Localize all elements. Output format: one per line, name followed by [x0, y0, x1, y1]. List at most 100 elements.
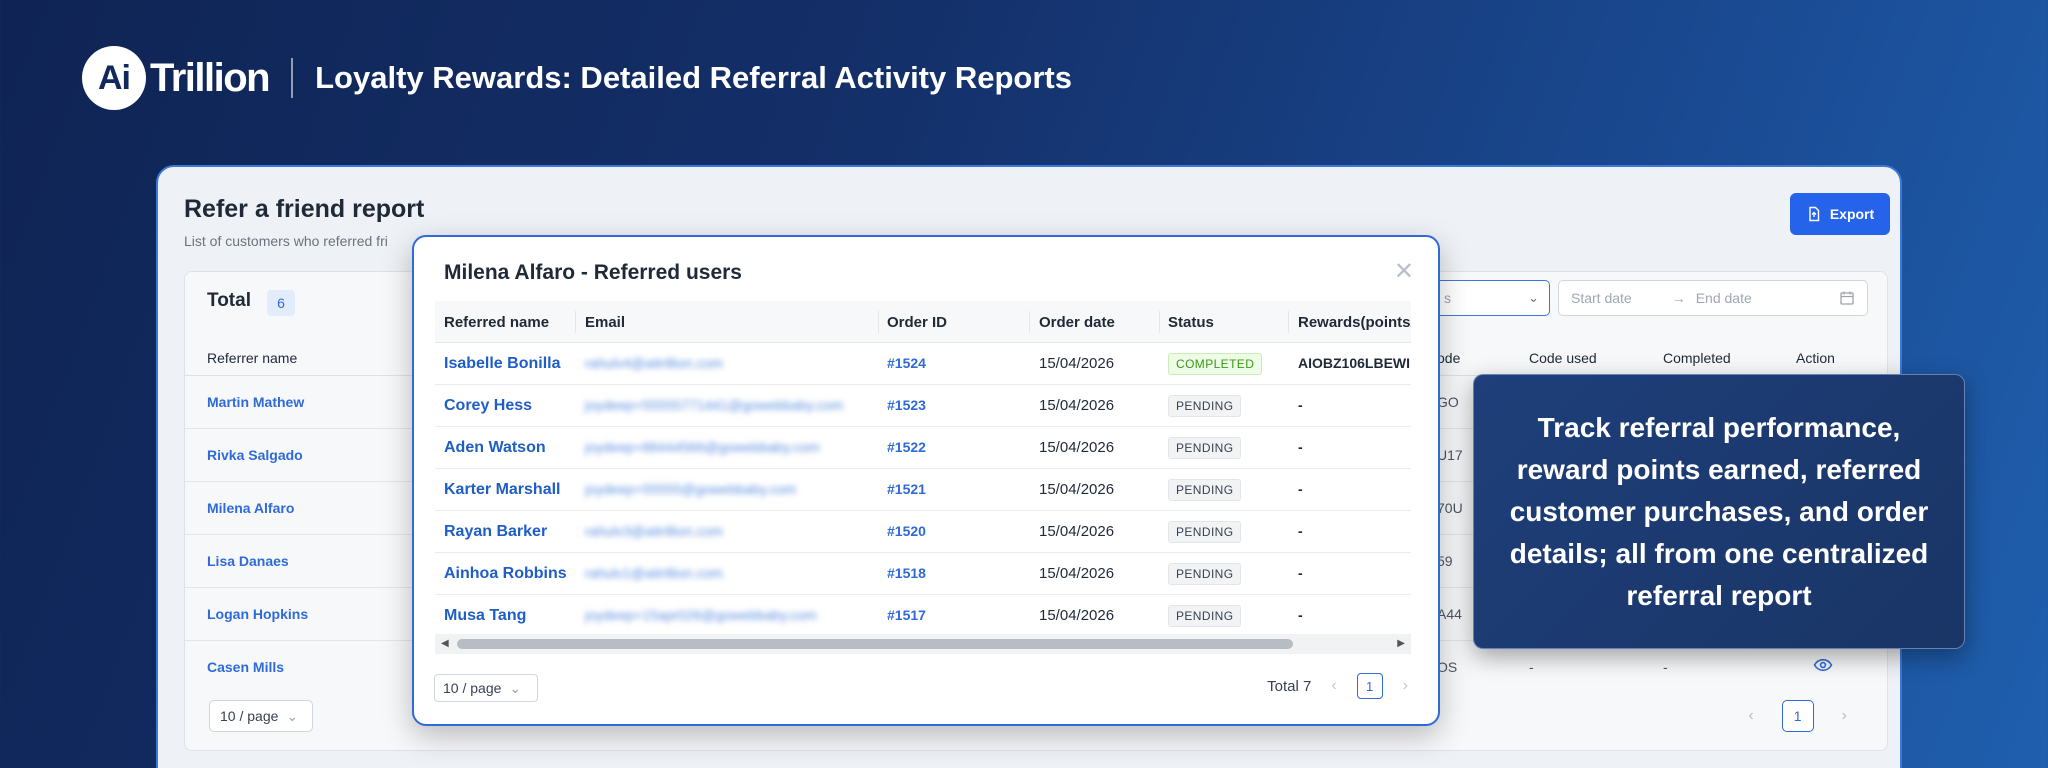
start-date-placeholder: Start date: [1571, 290, 1632, 306]
scroll-left-icon[interactable]: ◀: [441, 638, 449, 649]
next-page-icon[interactable]: ›: [1842, 707, 1847, 725]
referred-name[interactable]: Musa Tang: [444, 607, 526, 625]
col-action: Action: [1796, 350, 1835, 366]
table-row[interactable]: Karter Marshall joydeep+55555@gowebbaby.…: [435, 469, 1411, 511]
col-referred-name: Referred name: [444, 314, 550, 331]
referrer-name[interactable]: Rivka Salgado: [207, 447, 303, 463]
status-badge: PENDING: [1168, 521, 1242, 543]
scroll-right-icon[interactable]: ▶: [1397, 638, 1405, 649]
close-icon[interactable]: ✕: [1394, 257, 1414, 286]
col-completed: Completed: [1663, 350, 1731, 366]
page-number-button[interactable]: 1: [1781, 700, 1814, 732]
modal-title: Milena Alfaro - Referred users: [444, 261, 742, 284]
page-size-value: 10 / page: [220, 708, 279, 724]
total-count-text: Total 7: [1267, 677, 1312, 695]
page-title: Refer a friend report: [184, 195, 425, 223]
referrer-name[interactable]: Logan Hopkins: [207, 606, 308, 622]
referral-code: OS: [1437, 659, 1458, 675]
referrer-name[interactable]: Casen Mills: [207, 659, 284, 675]
eye-icon[interactable]: [1813, 657, 1833, 673]
callout-text: Track referral performance, reward point…: [1509, 411, 1929, 611]
status-badge: PENDING: [1168, 437, 1242, 459]
order-date: 15/04/2026: [1039, 439, 1115, 456]
brand-header: Ai Trillion Loyalty Rewards: Detailed Re…: [82, 46, 1072, 110]
export-button[interactable]: Export: [1790, 193, 1890, 235]
table-row[interactable]: Rayan Barker rahulv3@aitrillion.com #152…: [435, 511, 1411, 553]
chevron-down-icon: ⌄: [509, 679, 522, 696]
reward-value: -: [1298, 607, 1303, 623]
filter-select-value: s: [1444, 290, 1451, 306]
order-date: 15/04/2026: [1039, 355, 1115, 372]
column-divider: [1029, 311, 1030, 333]
order-date: 15/04/2026: [1039, 607, 1115, 624]
brand-divider: [291, 58, 294, 98]
page-size-select[interactable]: 10 / page ⌄: [209, 700, 313, 732]
page-number-button[interactable]: 1: [1356, 673, 1383, 699]
reward-value: -: [1298, 523, 1303, 539]
page-subtitle: List of customers who referred fri: [184, 233, 388, 249]
modal-pagination: Total 7 ‹ 1 ›: [1267, 673, 1408, 699]
order-date: 15/04/2026: [1039, 397, 1115, 414]
table-row[interactable]: Isabelle Bonilla rahulv4@aitrillion.com …: [435, 343, 1411, 385]
column-divider: [1288, 311, 1289, 333]
prev-page-icon[interactable]: ‹: [1748, 707, 1753, 725]
calendar-icon: [1840, 291, 1854, 305]
referred-name[interactable]: Karter Marshall: [444, 481, 561, 499]
prev-page-icon[interactable]: ‹: [1331, 677, 1336, 695]
status-badge: PENDING: [1168, 605, 1242, 627]
column-divider: [878, 311, 879, 333]
status-badge: PENDING: [1168, 563, 1242, 585]
status-badge: PENDING: [1168, 395, 1242, 417]
order-id-link[interactable]: #1518: [887, 565, 926, 581]
referrer-name[interactable]: Martin Mathew: [207, 394, 304, 410]
date-range-picker[interactable]: Start date → End date: [1558, 280, 1868, 316]
next-page-icon[interactable]: ›: [1403, 677, 1408, 695]
col-status: Status: [1168, 314, 1214, 331]
filter-select[interactable]: s ⌄: [1435, 280, 1550, 316]
referred-name[interactable]: Rayan Barker: [444, 523, 547, 541]
column-divider: [1159, 311, 1160, 333]
referrer-name[interactable]: Milena Alfaro: [207, 500, 294, 516]
table-row[interactable]: Corey Hess joydeep+55555771441@gowebbaby…: [435, 385, 1411, 427]
order-id-link[interactable]: #1523: [887, 397, 926, 413]
table-row[interactable]: Aden Watson joydeep+88444566@gowebbaby.c…: [435, 427, 1411, 469]
referral-code: U17: [1437, 447, 1463, 463]
logo-mark: Ai: [82, 46, 146, 110]
logo-wordmark: Trillion: [150, 55, 271, 100]
referral-code: 70U: [1437, 500, 1463, 516]
order-id-link[interactable]: #1517: [887, 607, 926, 623]
referred-name[interactable]: Isabelle Bonilla: [444, 355, 560, 373]
export-label: Export: [1829, 206, 1875, 222]
horizontal-scrollbar[interactable]: ◀ ▶: [435, 634, 1411, 654]
order-date: 15/04/2026: [1039, 481, 1115, 498]
col-code-used: Code used: [1529, 350, 1597, 366]
scrollbar-thumb[interactable]: [457, 639, 1293, 649]
email-value: rahulv1@aitrillion.com: [585, 565, 723, 581]
order-date: 15/04/2026: [1039, 523, 1115, 540]
referrer-name[interactable]: Lisa Danaes: [207, 553, 289, 569]
order-id-link[interactable]: #1520: [887, 523, 926, 539]
completed-value: -: [1663, 659, 1668, 675]
column-divider: [575, 311, 576, 333]
table-row[interactable]: Musa Tang joydeep+15apr026@gowebbaby.com…: [435, 595, 1411, 629]
reward-value: AIOBZ106LBEWI: [1298, 355, 1411, 371]
order-id-link[interactable]: #1522: [887, 439, 926, 455]
page-size-select[interactable]: 10 / page ⌄: [434, 674, 538, 702]
reward-value: -: [1298, 565, 1303, 581]
col-referrer-name: Referrer name: [207, 350, 298, 366]
feature-callout: Track referral performance, reward point…: [1473, 374, 1965, 649]
total-count-badge: 6: [267, 290, 295, 316]
email-value: joydeep+88444566@gowebbaby.com: [585, 439, 820, 455]
order-id-link[interactable]: #1524: [887, 355, 926, 371]
email-value: joydeep+55555@gowebbaby.com: [585, 481, 797, 497]
referred-users-table-header: Referred name Email Order ID Order date …: [435, 301, 1411, 343]
end-date-placeholder: End date: [1695, 290, 1752, 306]
table-row[interactable]: Ainhoa Robbins rahulv1@aitrillion.com #1…: [435, 553, 1411, 595]
referred-name[interactable]: Ainhoa Robbins: [444, 565, 567, 583]
referred-name[interactable]: Aden Watson: [444, 439, 546, 457]
referred-name[interactable]: Corey Hess: [444, 397, 532, 415]
order-id-link[interactable]: #1521: [887, 481, 926, 497]
reward-value: -: [1298, 439, 1303, 455]
referral-code: A44: [1437, 606, 1462, 622]
email-value: joydeep+55555771441@gowebbaby.com: [585, 397, 843, 413]
